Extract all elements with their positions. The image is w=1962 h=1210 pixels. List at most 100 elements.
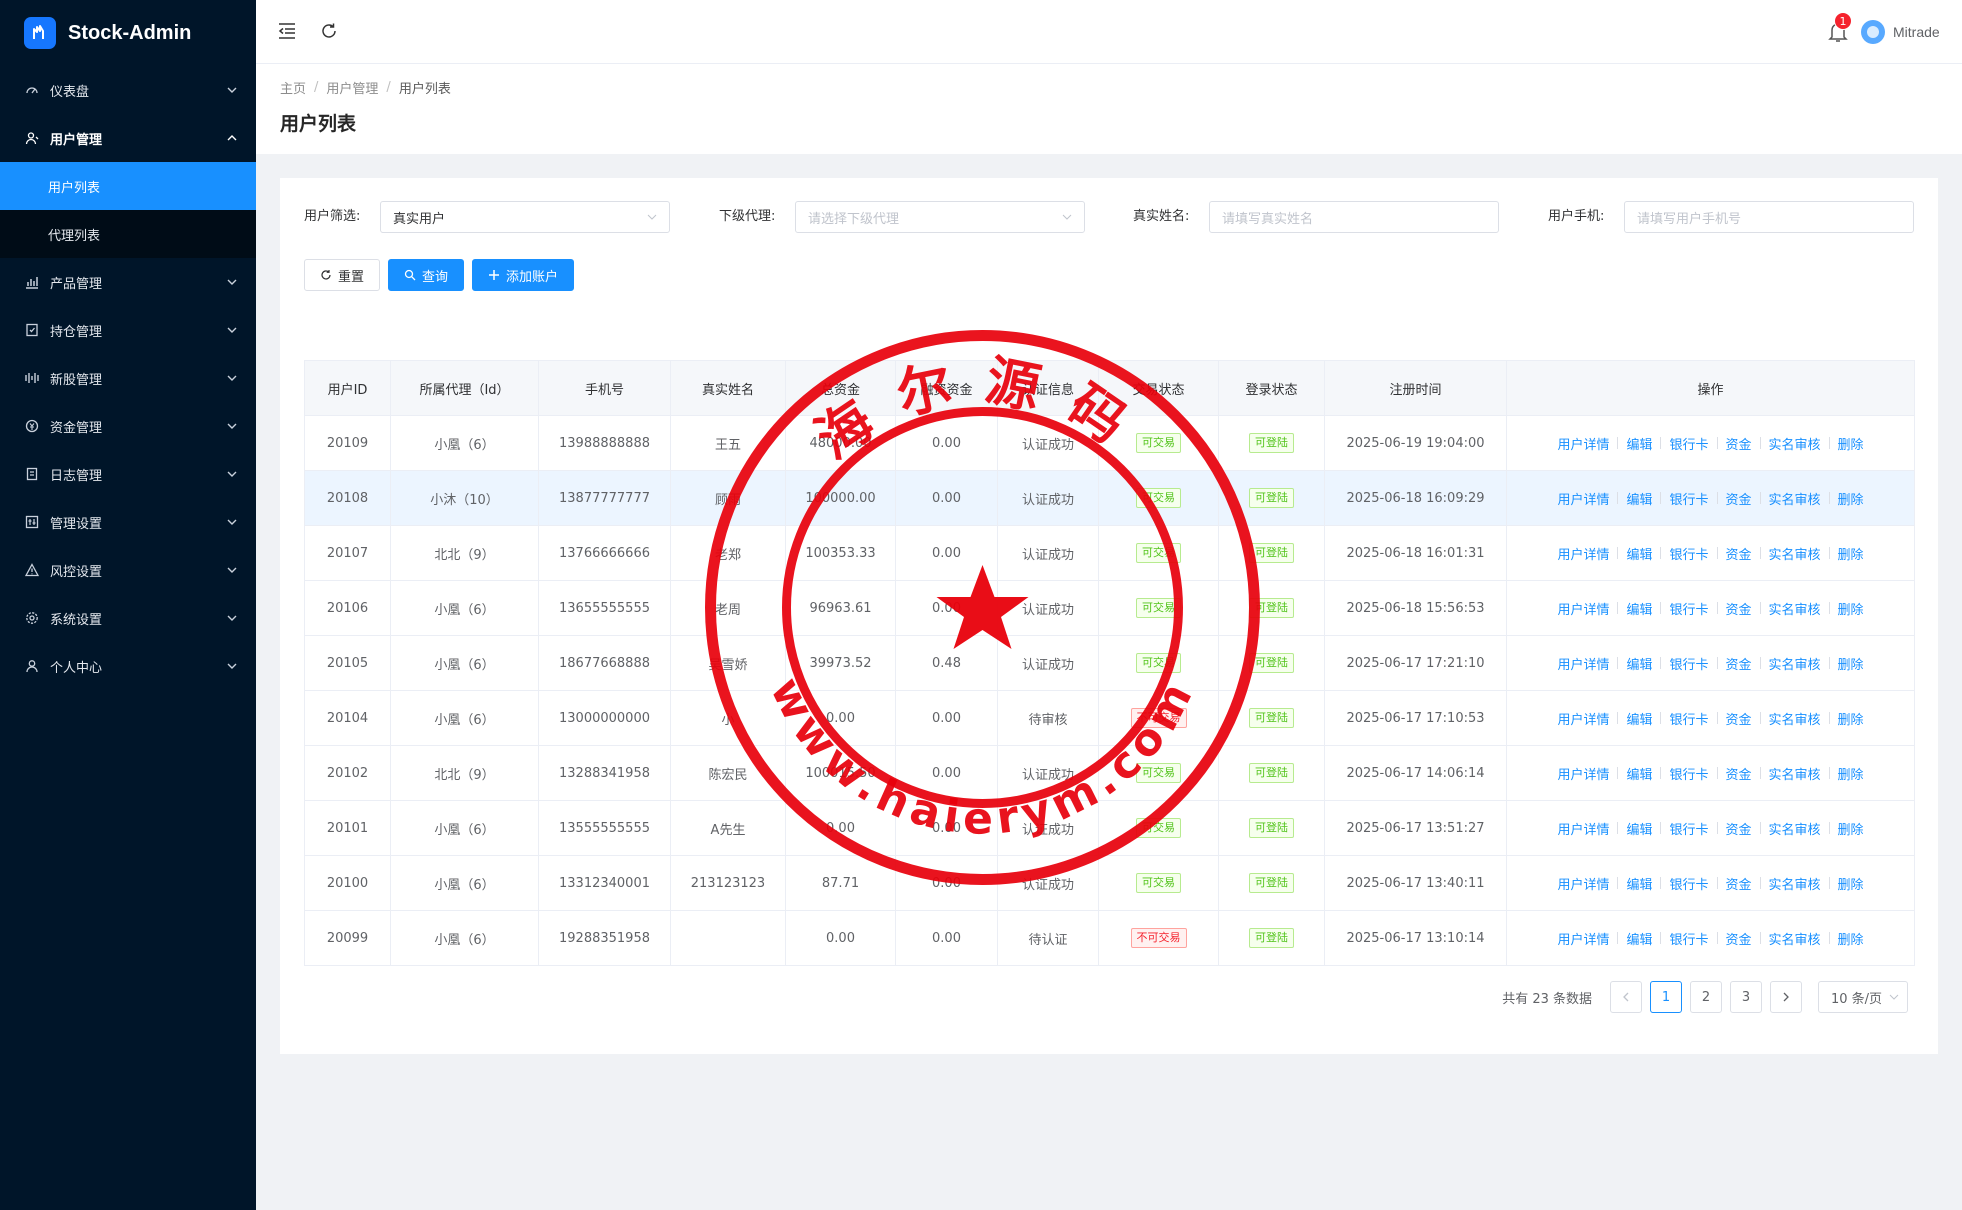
row-action-link[interactable]: 编辑: [1626, 544, 1652, 563]
table-row[interactable]: 20102 北北（9） 13288341958 陈宏民 100015.50 0.00 认证成…: [304, 745, 1915, 801]
page-3-button[interactable]: 3: [1730, 981, 1762, 1013]
row-action-link[interactable]: 实名审核: [1769, 819, 1821, 838]
row-action-link[interactable]: 资金: [1726, 489, 1752, 508]
sidebar-item[interactable]: 管理设置: [0, 498, 256, 546]
row-action-link[interactable]: 用户详情: [1557, 434, 1609, 453]
prev-page-button[interactable]: [1610, 981, 1642, 1013]
row-action-link[interactable]: 银行卡: [1669, 819, 1708, 838]
row-action-link[interactable]: 编辑: [1626, 654, 1652, 673]
row-action-link[interactable]: 编辑: [1626, 874, 1652, 893]
row-action-link[interactable]: 删除: [1838, 929, 1864, 948]
row-action-link[interactable]: 编辑: [1626, 709, 1652, 728]
sidebar-item[interactable]: 风控设置: [0, 546, 256, 594]
row-action-link[interactable]: 编辑: [1626, 599, 1652, 618]
user-filter-select[interactable]: 真实用户: [380, 201, 670, 233]
search-button[interactable]: 查询: [388, 259, 465, 291]
row-action-link[interactable]: 银行卡: [1669, 599, 1708, 618]
row-action-link[interactable]: 实名审核: [1769, 764, 1821, 783]
row-action-link[interactable]: 资金: [1726, 544, 1752, 563]
row-action-link[interactable]: 用户详情: [1557, 654, 1609, 673]
row-action-link[interactable]: 银行卡: [1669, 709, 1708, 728]
row-action-link[interactable]: 删除: [1838, 874, 1864, 893]
row-action-link[interactable]: 删除: [1838, 489, 1864, 508]
row-action-link[interactable]: 用户详情: [1557, 544, 1609, 563]
row-action-link[interactable]: 银行卡: [1669, 764, 1708, 783]
sidebar-item[interactable]: 资金管理: [0, 402, 256, 450]
row-action-link[interactable]: 资金: [1726, 709, 1752, 728]
table-row[interactable]: 20104 小凰（6） 13000000000 小 0.00 0.00 待审核 不可交易 可登陆…: [304, 690, 1915, 746]
row-action-link[interactable]: 银行卡: [1669, 654, 1708, 673]
row-action-link[interactable]: 编辑: [1626, 434, 1652, 453]
sidebar-item[interactable]: 系统设置: [0, 594, 256, 642]
row-action-link[interactable]: 用户详情: [1557, 599, 1609, 618]
table-row[interactable]: 20106 小凰（6） 13655555555 老周 96963.61 0.00 认证成功 可…: [304, 580, 1915, 636]
sidebar-subitem[interactable]: 用户列表: [0, 162, 256, 210]
page-1-button[interactable]: 1: [1650, 981, 1682, 1013]
row-action-link[interactable]: 银行卡: [1669, 489, 1708, 508]
row-action-link[interactable]: 用户详情: [1557, 819, 1609, 838]
table-row[interactable]: 20107 北北（9） 13766666666 老郑 100353.33 0.00 认证成功…: [304, 525, 1915, 581]
row-action-link[interactable]: 用户详情: [1557, 764, 1609, 783]
reset-button[interactable]: 重置: [304, 259, 381, 291]
sidebar-item[interactable]: 用户管理: [0, 114, 256, 162]
realname-input[interactable]: 请填写真实姓名: [1209, 201, 1499, 233]
row-action-link[interactable]: 删除: [1838, 819, 1864, 838]
row-action-link[interactable]: 删除: [1838, 434, 1864, 453]
table-row[interactable]: 20101 小凰（6） 13555555555 A先生 0.00 0.00 认证成功 可交易可…: [304, 800, 1915, 856]
row-action-link[interactable]: 实名审核: [1769, 874, 1821, 893]
row-action-link[interactable]: 资金: [1726, 764, 1752, 783]
table-row[interactable]: 20100 小凰（6） 13312340001 213123123 87.71 0.00 认…: [304, 855, 1915, 911]
row-action-link[interactable]: 实名审核: [1769, 489, 1821, 508]
agent-select[interactable]: 请选择下级代理: [795, 201, 1085, 233]
row-action-link[interactable]: 实名审核: [1769, 434, 1821, 453]
row-action-link[interactable]: 实名审核: [1769, 709, 1821, 728]
sidebar-item[interactable]: 产品管理: [0, 258, 256, 306]
row-action-link[interactable]: 删除: [1838, 709, 1864, 728]
row-action-link[interactable]: 实名审核: [1769, 544, 1821, 563]
row-action-link[interactable]: 实名审核: [1769, 929, 1821, 948]
next-page-button[interactable]: [1770, 981, 1802, 1013]
row-action-link[interactable]: 资金: [1726, 819, 1752, 838]
sidebar-item[interactable]: 个人中心: [0, 642, 256, 690]
row-action-link[interactable]: 删除: [1838, 654, 1864, 673]
sidebar-item[interactable]: 日志管理: [0, 450, 256, 498]
row-action-link[interactable]: 实名审核: [1769, 599, 1821, 618]
row-action-link[interactable]: 用户详情: [1557, 929, 1609, 948]
row-action-link[interactable]: 编辑: [1626, 929, 1652, 948]
row-action-link[interactable]: 资金: [1726, 654, 1752, 673]
row-action-link[interactable]: 用户详情: [1557, 709, 1609, 728]
row-action-link[interactable]: 编辑: [1626, 764, 1652, 783]
row-action-link[interactable]: 银行卡: [1669, 434, 1708, 453]
row-action-link[interactable]: 实名审核: [1769, 654, 1821, 673]
row-action-link[interactable]: 用户详情: [1557, 874, 1609, 893]
table-row[interactable]: 20108 小沐（10） 13877777777 顾雨 100000.00 0.00 认证成…: [304, 470, 1915, 526]
row-action-link[interactable]: 删除: [1838, 544, 1864, 563]
refresh-icon[interactable]: [318, 20, 340, 42]
sidebar-item[interactable]: 新股管理: [0, 354, 256, 402]
row-action-link[interactable]: 删除: [1838, 764, 1864, 783]
row-action-link[interactable]: 用户详情: [1557, 489, 1609, 508]
menu-fold-icon[interactable]: [276, 20, 298, 42]
add-account-button[interactable]: 添加账户: [472, 259, 575, 291]
app-logo[interactable]: Stock-Admin: [0, 0, 256, 66]
page-2-button[interactable]: 2: [1690, 981, 1722, 1013]
row-action-link[interactable]: 资金: [1726, 599, 1752, 618]
row-action-link[interactable]: 银行卡: [1669, 544, 1708, 563]
user-menu[interactable]: Mitrade: [1861, 18, 1940, 46]
row-action-link[interactable]: 资金: [1726, 929, 1752, 948]
table-row[interactable]: 20105 小凰（6） 18677668888 吴雪娇 39973.52 0.48 认证成功…: [304, 635, 1915, 691]
phone-input[interactable]: 请填写用户手机号: [1624, 201, 1914, 233]
row-action-link[interactable]: 银行卡: [1669, 929, 1708, 948]
sidebar-item[interactable]: 持仓管理: [0, 306, 256, 354]
page-size-select[interactable]: 10 条/页: [1818, 981, 1908, 1013]
sidebar-subitem[interactable]: 代理列表: [0, 210, 256, 258]
table-row[interactable]: 20099 小凰（6） 19288351958 0.00 0.00 待认证 不可交易 可登陆 2…: [304, 910, 1915, 966]
row-action-link[interactable]: 银行卡: [1669, 874, 1708, 893]
breadcrumb-user-manage[interactable]: 用户管理: [326, 78, 378, 97]
row-action-link[interactable]: 资金: [1726, 434, 1752, 453]
row-action-link[interactable]: 资金: [1726, 874, 1752, 893]
sidebar-item[interactable]: 仪表盘: [0, 66, 256, 114]
row-action-link[interactable]: 编辑: [1626, 819, 1652, 838]
breadcrumb-home[interactable]: 主页: [280, 78, 306, 97]
table-row[interactable]: 20109 小凰（6） 13988888888 王五 48000.00 0.00 认证成功 可…: [304, 415, 1915, 471]
